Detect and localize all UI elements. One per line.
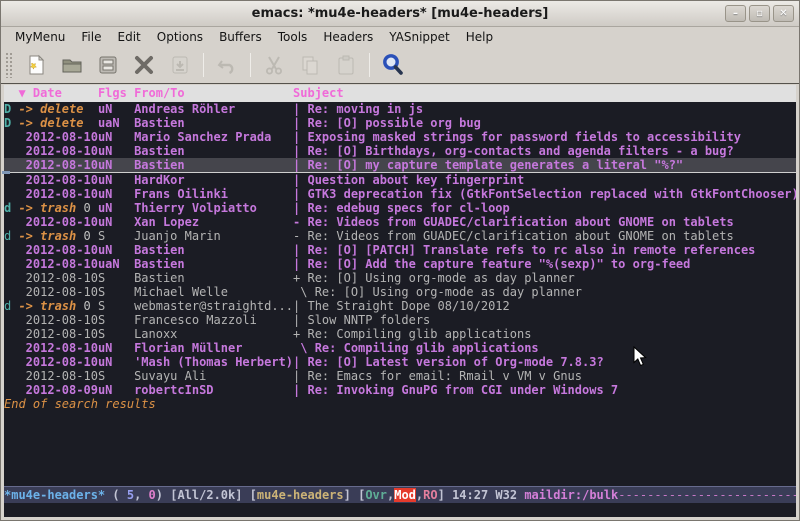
window-title: emacs: *mu4e-headers* [mu4e-headers] xyxy=(1,6,799,21)
message-row[interactable]: d -> trash 0 uN Thierry Volpiatto | Re: … xyxy=(4,201,796,215)
toolbar-separator xyxy=(203,53,204,77)
menu-item-headers[interactable]: Headers xyxy=(315,28,381,46)
menu-item-file[interactable]: File xyxy=(73,28,109,46)
toolbar-separator xyxy=(369,53,370,77)
minimize-button[interactable]: – xyxy=(725,5,746,22)
menu-item-edit[interactable]: Edit xyxy=(110,28,149,46)
message-row[interactable]: D -> delete uN Andreas Röhler | Re: movi… xyxy=(4,102,796,116)
message-row[interactable]: d -> trash 0 S Juanjo Marin - Re: Videos… xyxy=(4,229,796,243)
toolbar-grip[interactable] xyxy=(5,52,14,78)
message-row[interactable]: 2012-08-10uN Frans Oilinki | GTK3 deprec… xyxy=(4,187,796,201)
message-row[interactable]: D -> delete uaN Bastien | Re: [O] possib… xyxy=(4,116,796,130)
menubar: MyMenuFileEditOptionsBuffersToolsHeaders… xyxy=(1,27,799,47)
save-as-icon[interactable] xyxy=(164,50,196,80)
undo-icon[interactable] xyxy=(211,50,243,80)
message-list: D -> delete uN Andreas Röhler | Re: movi… xyxy=(4,102,796,397)
headers-column-header[interactable]: ▼ Date Flgs From/To Subject xyxy=(4,85,796,102)
close-icon[interactable] xyxy=(128,50,160,80)
save-icon[interactable] xyxy=(92,50,124,80)
cut-icon[interactable] xyxy=(258,50,290,80)
message-row[interactable]: 2012-08-10uN Bastien | Re: [O] Birthdays… xyxy=(4,144,796,158)
copy-icon[interactable] xyxy=(294,50,326,80)
maximize-button[interactable]: ▫ xyxy=(749,5,770,22)
message-row[interactable]: 2012-08-10uaN Bastien | Re: [O] Add the … xyxy=(4,257,796,271)
fringe-indicator xyxy=(2,171,10,174)
message-row-current[interactable]: 2012-08-10uN Bastien | Re: [O] my captur… xyxy=(4,158,796,173)
message-row[interactable]: d -> trash 0 S webmaster@straightd...| T… xyxy=(4,299,796,313)
modeline: *mu4e-headers* ( 5, 0) [All/2.0k] [mu4e-… xyxy=(4,486,796,503)
menu-item-options[interactable]: Options xyxy=(149,28,211,46)
menu-item-mymenu[interactable]: MyMenu xyxy=(7,28,73,46)
message-row[interactable]: 2012-08-10uN Florian Müllner \ Re: Compi… xyxy=(4,341,796,355)
window-controls: –▫✕ xyxy=(725,5,794,22)
close-button[interactable]: ✕ xyxy=(773,5,794,22)
emacs-window: emacs: *mu4e-headers* [mu4e-headers] –▫✕… xyxy=(0,0,800,521)
message-row[interactable]: 2012-08-10uN Mario Sanchez Prada | Expos… xyxy=(4,130,796,144)
search-icon[interactable] xyxy=(377,50,409,80)
message-row[interactable]: 2012-08-10uN Xan Lopez - Re: Videos from… xyxy=(4,215,796,229)
message-row[interactable]: 2012-08-10S Bastien + Re: [O] Using org-… xyxy=(4,271,796,285)
message-row[interactable]: 2012-08-09uN robertcInSD | Re: Invoking … xyxy=(4,383,796,397)
message-row[interactable]: 2012-08-10S Lanoxx + Re: Compiling glib … xyxy=(4,327,796,341)
message-row[interactable]: 2012-08-10uN HardKor | Question about ke… xyxy=(4,173,796,187)
end-of-search-results: End of search results xyxy=(4,397,796,411)
message-row[interactable]: 2012-08-10uN 'Mash (Thomas Herbert)| Re:… xyxy=(4,355,796,369)
titlebar[interactable]: emacs: *mu4e-headers* [mu4e-headers] –▫✕ xyxy=(1,1,799,27)
menu-item-yasnippet[interactable]: YASnippet xyxy=(381,28,458,46)
menu-item-buffers[interactable]: Buffers xyxy=(211,28,270,46)
paste-icon[interactable] xyxy=(330,50,362,80)
buffer-empty-area xyxy=(4,411,796,486)
message-row[interactable]: 2012-08-10S Suvayu Ali | Re: Emacs for e… xyxy=(4,369,796,383)
mu4e-headers-buffer: ▼ Date Flgs From/To Subject D -> delete … xyxy=(4,85,796,517)
minibuffer[interactable] xyxy=(4,503,796,517)
menu-item-help[interactable]: Help xyxy=(458,28,501,46)
menu-item-tools[interactable]: Tools xyxy=(270,28,316,46)
toolbar xyxy=(1,47,799,84)
new-file-icon[interactable] xyxy=(20,50,52,80)
message-row[interactable]: 2012-08-10S Francesco Mazzoli | Slow NNT… xyxy=(4,313,796,327)
message-row[interactable]: 2012-08-10S Michael Welle \ Re: [O] Usin… xyxy=(4,285,796,299)
message-row[interactable]: 2012-08-10uN Bastien | Re: [O] [PATCH] T… xyxy=(4,243,796,257)
open-folder-icon[interactable] xyxy=(56,50,88,80)
toolbar-separator xyxy=(250,53,251,77)
